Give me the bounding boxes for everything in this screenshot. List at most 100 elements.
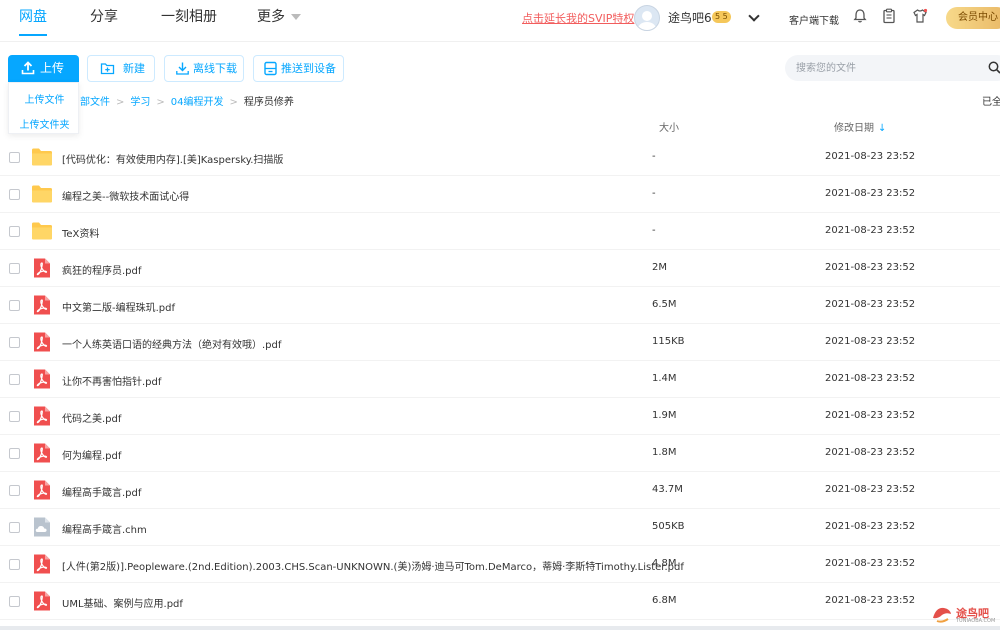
new-button[interactable]: 新建: [87, 55, 155, 82]
tab-moment-album[interactable]: 一刻相册: [161, 0, 217, 36]
row-checkbox[interactable]: [9, 485, 20, 496]
row-checkbox[interactable]: [9, 596, 20, 607]
row-checkbox[interactable]: [9, 337, 20, 348]
vip-center-button[interactable]: 会员中心: [946, 7, 1000, 29]
file-name[interactable]: 编程高手箴言.pdf: [62, 484, 141, 499]
file-size: 6.5M: [652, 299, 677, 310]
row-checkbox[interactable]: [9, 448, 20, 459]
tab-netdisk[interactable]: 网盘: [19, 0, 47, 36]
username[interactable]: 途鸟吧6: [668, 9, 712, 26]
file-size: 1.4M: [652, 373, 677, 384]
file-name[interactable]: [人件(第2版)].Peopleware.(2nd.Edition).2003.…: [62, 558, 684, 573]
file-row[interactable]: 编程之美--微软技术面试心得 - 2021-08-23 23:52: [0, 176, 1000, 213]
new-folder-icon: [100, 63, 115, 75]
file-row[interactable]: [代码优化：有效使用内存].[美]Kaspersky.扫描版 - 2021-08-2…: [0, 139, 1000, 176]
file-name[interactable]: TeX资料: [62, 225, 99, 240]
chm-file-icon: [34, 517, 50, 537]
file-name[interactable]: 代码之美.pdf: [62, 410, 121, 425]
avatar[interactable]: [634, 5, 660, 31]
file-row[interactable]: 疯狂的程序员.pdf 2M 2021-08-23 23:52: [0, 250, 1000, 287]
search-icon[interactable]: [988, 61, 1000, 74]
file-name[interactable]: 编程高手箴言.chm: [62, 521, 147, 536]
row-checkbox[interactable]: [9, 189, 20, 200]
file-row[interactable]: 一个人练英语口语的经典方法（绝对有效哦）.pdf 115KB 2021-08-23 …: [0, 324, 1000, 361]
sort-desc-arrow-icon: ↓: [878, 123, 887, 134]
tab-more-label: 更多: [257, 9, 285, 25]
upload-icon: [21, 61, 35, 75]
vip-level-badge: 5 5: [712, 11, 731, 23]
breadcrumb-item-programming[interactable]: 04编程开发: [171, 97, 224, 108]
row-checkbox[interactable]: [9, 152, 20, 163]
client-download-link[interactable]: 客户端下载: [789, 12, 839, 27]
breadcrumb-item-study[interactable]: 学习: [130, 97, 150, 108]
row-checkbox[interactable]: [9, 559, 20, 570]
file-size: 1.8M: [652, 447, 677, 458]
file-size: -: [652, 188, 656, 199]
svip-promo-link[interactable]: 点击延长我的SVIP特权: [522, 10, 634, 26]
file-name[interactable]: 让你不再害怕指针.pdf: [62, 373, 161, 388]
top-bar: 网盘 分享 一刻相册 更多 点击延长我的SVIP特权 途鸟吧6 5 5 客户端下…: [0, 0, 1000, 42]
user-menu-chevron-icon[interactable]: [748, 10, 760, 22]
upload-file-menu-item[interactable]: 上传文件: [9, 91, 80, 106]
row-checkbox[interactable]: [9, 522, 20, 533]
bird-logo-icon: [933, 607, 951, 623]
file-name[interactable]: UML基础、案例与应用.pdf: [62, 595, 183, 610]
file-modified-date: 2021-08-23 23:52: [825, 225, 916, 236]
file-name[interactable]: 中文第二版-编程珠玑.pdf: [62, 299, 175, 314]
row-checkbox[interactable]: [9, 263, 20, 274]
file-modified-date: 2021-08-23 23:52: [825, 336, 916, 347]
upload-button[interactable]: 上传: [8, 55, 79, 82]
push-to-device-button[interactable]: 推送到设备: [253, 55, 344, 82]
file-size: 1.9M: [652, 410, 677, 421]
file-name[interactable]: 何为编程.pdf: [62, 447, 121, 462]
loaded-status: 已全: [982, 97, 1000, 108]
file-modified-date: 2021-08-23 23:52: [825, 262, 916, 273]
row-checkbox[interactable]: [9, 300, 20, 311]
tab-share[interactable]: 分享: [90, 0, 118, 36]
row-checkbox[interactable]: [9, 226, 20, 237]
search-input[interactable]: [785, 55, 1000, 81]
file-row[interactable]: 代码之美.pdf 1.9M 2021-08-23 23:52: [0, 398, 1000, 435]
file-row[interactable]: 编程高手箴言.pdf 43.7M 2021-08-23 23:52: [0, 472, 1000, 509]
file-name[interactable]: 编程之美--微软技术面试心得: [62, 188, 189, 203]
download-icon: [176, 62, 189, 75]
file-row[interactable]: [人件(第2版)].Peopleware.(2nd.Edition).2003.…: [0, 546, 1000, 583]
column-header-modified[interactable]: 修改日期 ↓: [834, 119, 886, 134]
file-row[interactable]: UML基础、案例与应用.pdf 6.8M 2021-08-23 23:52: [0, 583, 1000, 620]
file-name[interactable]: 疯狂的程序员.pdf: [62, 262, 141, 277]
breadcrumb-separator-icon: >: [156, 97, 165, 108]
file-size: -: [652, 151, 656, 162]
breadcrumb-current: 程序员修养: [243, 97, 294, 108]
file-modified-date: 2021-08-23 23:52: [825, 521, 916, 532]
pdf-file-icon: [34, 258, 50, 278]
file-modified-date: 2021-08-23 23:52: [825, 151, 916, 162]
file-row[interactable]: 何为编程.pdf 1.8M 2021-08-23 23:52: [0, 435, 1000, 472]
file-row[interactable]: TeX资料 - 2021-08-23 23:52: [0, 213, 1000, 250]
horizontal-scrollbar[interactable]: [0, 626, 1000, 630]
file-size: 505KB: [652, 521, 685, 532]
breadcrumb-item-all-files[interactable]: 部文件: [80, 97, 110, 108]
tshirt-icon[interactable]: [912, 8, 928, 24]
file-row[interactable]: 编程高手箴言.chm 505KB 2021-08-23 23:52: [0, 509, 1000, 546]
clipboard-icon[interactable]: [881, 8, 897, 24]
upload-folder-menu-item[interactable]: 上传文件夹: [9, 116, 80, 131]
push-to-device-label: 推送到设备: [281, 62, 336, 75]
file-size: -: [652, 225, 656, 236]
pdf-file-icon: [34, 591, 50, 611]
row-checkbox[interactable]: [9, 374, 20, 385]
breadcrumb: 部文件 > 学习 >04编程开发 > 程序员修养: [80, 93, 294, 108]
tab-more[interactable]: 更多: [257, 0, 301, 36]
offline-download-button[interactable]: 离线下载: [164, 55, 244, 82]
pdf-file-icon: [34, 406, 50, 426]
row-checkbox[interactable]: [9, 411, 20, 422]
column-header-size[interactable]: 大小: [659, 119, 679, 134]
pdf-file-icon: [34, 443, 50, 463]
pdf-file-icon: [34, 480, 50, 500]
bell-icon[interactable]: [852, 8, 868, 24]
file-name[interactable]: [代码优化：有效使用内存].[美]Kaspersky.扫描版: [62, 151, 283, 166]
file-row[interactable]: 让你不再害怕指针.pdf 1.4M 2021-08-23 23:52: [0, 361, 1000, 398]
file-modified-date: 2021-08-23 23:52: [825, 484, 916, 495]
file-name[interactable]: 一个人练英语口语的经典方法（绝对有效哦）.pdf: [62, 336, 281, 351]
file-row[interactable]: 中文第二版-编程珠玑.pdf 6.5M 2021-08-23 23:52: [0, 287, 1000, 324]
breadcrumb-separator-icon: >: [116, 97, 125, 108]
